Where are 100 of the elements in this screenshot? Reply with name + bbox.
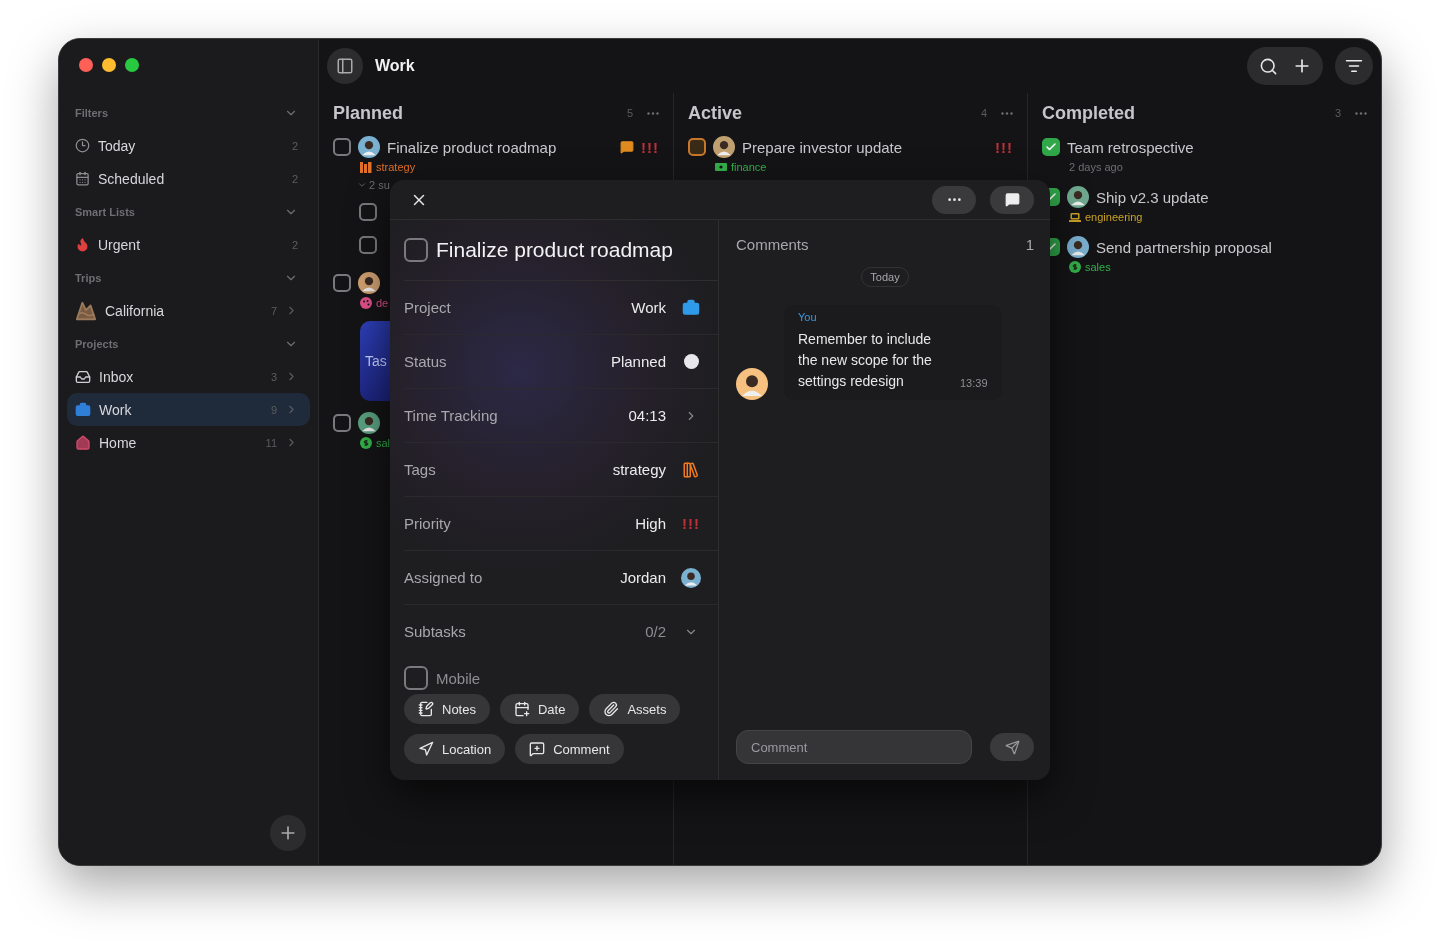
property-value[interactable]: High <box>635 515 666 532</box>
sidebar-item[interactable]: Home 11 <box>67 426 310 459</box>
calendar-icon <box>513 701 530 717</box>
task-title[interactable]: Send partnership proposal <box>1096 238 1367 256</box>
task-card[interactable]: Tas <box>360 321 390 401</box>
send-button[interactable] <box>990 733 1034 761</box>
filter-icon <box>1345 57 1363 75</box>
assignee-avatar <box>681 567 701 588</box>
more-icon[interactable] <box>647 111 659 115</box>
briefcase-icon <box>75 401 91 418</box>
comments-button[interactable] <box>990 185 1034 214</box>
property-value[interactable]: Work <box>631 299 666 316</box>
tag-label: strategy <box>376 161 416 173</box>
checkbox[interactable] <box>333 274 351 292</box>
notes-icon <box>418 701 434 717</box>
subtasks-toggle[interactable]: 2 su <box>357 175 390 195</box>
task-title[interactable]: Finalize product roadmap <box>387 138 613 156</box>
more-icon[interactable] <box>1001 111 1013 115</box>
comment-icon <box>529 741 546 757</box>
sidebar-item[interactable]: California 7 <box>67 294 310 327</box>
clock-icon <box>75 138 90 153</box>
checkbox[interactable] <box>1042 138 1060 156</box>
priority-mark: !!! <box>682 515 700 532</box>
comments-title: Comments <box>736 236 809 253</box>
minimize-light[interactable] <box>102 58 116 72</box>
property-label: Time Tracking <box>404 407 499 424</box>
calendar-icon <box>75 171 90 186</box>
sidebar-icon <box>336 57 354 75</box>
checkbox[interactable] <box>688 138 706 156</box>
property-value[interactable]: strategy <box>612 461 666 478</box>
item-label: Home <box>99 434 138 451</box>
section-title: Projects <box>75 337 119 350</box>
item-label: Inbox <box>99 368 135 385</box>
comment-icon <box>1004 192 1020 207</box>
close-light[interactable] <box>79 58 93 72</box>
priority-mark: !!! <box>641 138 659 156</box>
checkbox[interactable] <box>404 666 428 690</box>
property-value[interactable]: Jordan <box>620 569 666 586</box>
subtask-title: Mobile <box>436 669 481 687</box>
property-value[interactable]: Planned <box>610 353 666 370</box>
window-title: Work <box>375 57 416 75</box>
filter-button[interactable] <box>1335 47 1373 85</box>
sidebar-item[interactable]: Inbox 3 <box>67 360 310 393</box>
sidebar-item[interactable]: Today 2 <box>67 129 310 162</box>
send-icon <box>1004 739 1020 755</box>
comment-text: Remember to include the new scope for the settings redesign <box>798 330 933 391</box>
section-title: Smart Lists <box>75 205 135 218</box>
comments-count: 1 <box>1025 236 1034 253</box>
action-button[interactable]: Location <box>404 734 506 764</box>
column-count: 4 <box>980 107 987 119</box>
briefcase-icon <box>682 298 700 317</box>
section-title: Trips <box>75 271 102 284</box>
property-value[interactable]: 0/2 <box>645 623 666 640</box>
section-title: Filters <box>75 106 108 119</box>
books-icon <box>682 460 700 479</box>
item-count: 2 <box>291 238 298 251</box>
item-count: 2 <box>291 172 298 185</box>
action-button[interactable]: Notes <box>404 694 490 724</box>
action-button[interactable]: Assets <box>589 694 681 724</box>
comment-author: You <box>798 311 818 323</box>
paperclip-icon <box>603 701 620 717</box>
flame-icon <box>75 237 90 252</box>
add-button[interactable] <box>270 815 306 851</box>
tag-label: sales <box>1085 261 1111 273</box>
priority-mark: !!! <box>995 138 1013 156</box>
checkbox[interactable] <box>333 138 351 156</box>
column-title: Planned <box>333 102 404 124</box>
property-label: Priority <box>404 515 452 532</box>
property-value[interactable]: 04:13 <box>628 407 666 424</box>
task-title[interactable]: Prepare investor update <box>742 138 988 156</box>
more-button[interactable] <box>932 185 976 214</box>
task-title[interactable]: Team retrospective <box>1067 138 1367 156</box>
zoom-light[interactable] <box>125 58 139 72</box>
item-label: Work <box>99 401 133 418</box>
task-date: 2 days ago <box>1069 161 1123 173</box>
checkbox[interactable] <box>404 238 428 262</box>
tag-label: finance <box>731 161 767 173</box>
more-icon[interactable] <box>1355 111 1367 115</box>
tag-label: engineering <box>1085 211 1143 223</box>
property-label: Status <box>404 353 448 370</box>
comment-field[interactable]: Comment <box>736 730 972 764</box>
checkbox[interactable] <box>359 202 377 221</box>
task-title: Finalize product roadmap <box>436 238 673 262</box>
checkbox[interactable] <box>333 414 351 432</box>
status-dot <box>683 354 699 369</box>
column-count: 5 <box>626 107 633 119</box>
column-title: Completed <box>1042 102 1136 124</box>
check-icon <box>1045 141 1057 153</box>
sidebar-toggle-button[interactable] <box>327 48 363 84</box>
column-count: 3 <box>1334 107 1341 119</box>
tag-label: sal <box>376 437 391 449</box>
checkbox[interactable] <box>359 235 377 254</box>
sidebar-item[interactable]: Urgent 2 <box>67 228 310 261</box>
property-label: Subtasks <box>404 623 467 640</box>
item-count: 3 <box>270 370 277 383</box>
sidebar-item[interactable]: Scheduled 2 <box>67 162 310 195</box>
action-button[interactable]: Date <box>499 694 580 724</box>
item-count: 11 <box>265 436 277 449</box>
action-button[interactable]: Comment <box>515 734 624 764</box>
task-title[interactable]: Ship v2.3 update <box>1096 188 1367 206</box>
